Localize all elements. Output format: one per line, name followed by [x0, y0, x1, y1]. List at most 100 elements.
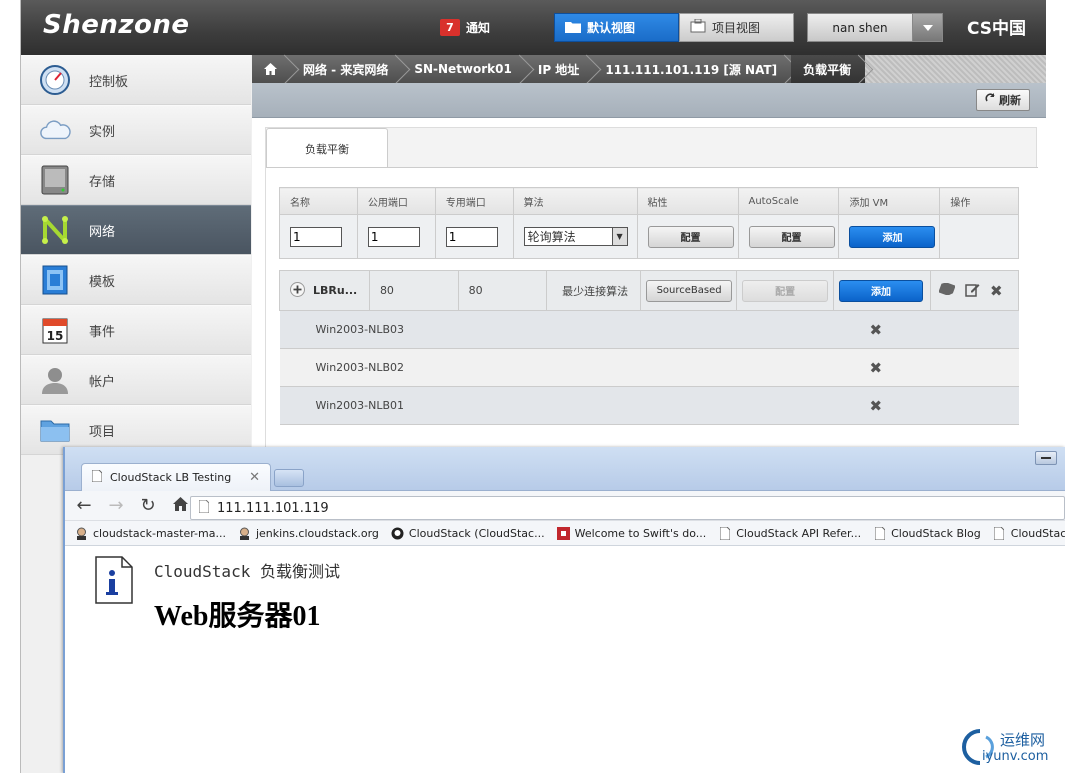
sidebar-item-label: 模板 — [89, 274, 116, 290]
dashboard-icon — [39, 64, 71, 96]
bookmark-item[interactable]: CloudStack API Refer... — [718, 526, 862, 540]
sidebar-item-events[interactable]: 15 事件 — [21, 305, 251, 355]
back-icon[interactable]: ← — [75, 495, 93, 516]
notification-count-badge: 7 — [440, 18, 460, 36]
refresh-label: 刷新 — [999, 94, 1021, 107]
template-icon — [39, 264, 71, 296]
tag-icon[interactable] — [938, 282, 956, 298]
column-header: 公用端口 — [356, 187, 436, 215]
notifications-button[interactable]: 7 通知 — [440, 17, 490, 37]
public-port-input[interactable] — [367, 226, 420, 247]
calendar-day: 15 — [47, 329, 64, 343]
bookmark-label: CloudStack API Refer... — [736, 526, 862, 540]
notification-label: 通知 — [466, 20, 491, 35]
tab-load-balancing[interactable]: 负载平衡 — [266, 128, 388, 168]
browser-window: CloudStack LB Testing ✕ ← → ↻ 111.111.10… — [63, 447, 1065, 773]
chevron-down-icon[interactable] — [912, 14, 942, 41]
lb-form-table: 名称 公用端口 专用端口 算法 粘性 AutoScale 添加 VM 操作 轮询… — [279, 187, 1019, 259]
expand-icon[interactable] — [290, 281, 305, 300]
private-port-input[interactable] — [445, 226, 498, 247]
breadcrumb: 网络 - 来宾网络 SN-Network01 IP 地址 111.111.101… — [252, 55, 1046, 83]
browser-tab[interactable]: CloudStack LB Testing ✕ — [81, 463, 271, 491]
bookmark-item[interactable]: jenkins.cloudstack.org — [238, 527, 379, 540]
sidebar-item-label: 控制板 — [89, 74, 129, 90]
stickiness-button[interactable]: SourceBased — [646, 279, 733, 302]
add-vm-button[interactable]: 添加 — [839, 279, 924, 302]
actions-cell — [939, 214, 1019, 259]
bookmark-item[interactable]: Welcome to Swift's do... — [556, 526, 706, 540]
swift-icon — [556, 526, 570, 540]
username: nan shen — [832, 20, 888, 35]
toolbar: 刷新 — [252, 83, 1046, 118]
default-view-tab[interactable]: 默认视图 — [554, 13, 679, 42]
bookmark-item[interactable]: CloudStack Networkin... — [993, 526, 1065, 540]
column-header: 算法 — [512, 187, 638, 215]
home-icon[interactable] — [252, 55, 291, 83]
page-body: CloudStack 负载衡测试 Web服务器01 — [65, 546, 1065, 772]
remove-icon[interactable]: ✖ — [990, 282, 1003, 300]
breadcrumb-item[interactable]: SN-Network01 — [402, 55, 526, 83]
breadcrumb-item[interactable]: 111.111.101.119 [源 NAT] — [593, 55, 791, 83]
jenkins-icon — [75, 527, 88, 540]
calendar-icon: 15 — [39, 314, 71, 346]
sidebar-item-label: 网络 — [89, 224, 116, 240]
browser-tabbar: CloudStack LB Testing ✕ — [65, 447, 1065, 491]
address-bar[interactable]: 111.111.101.119 — [190, 496, 1065, 520]
sidebar-item-templates[interactable]: 模板 — [21, 255, 251, 305]
bookmark-item[interactable]: CloudStack Blog — [873, 526, 981, 540]
refresh-icon — [985, 93, 996, 107]
sidebar-item-label: 实例 — [89, 124, 116, 140]
home-icon[interactable] — [171, 495, 189, 516]
sidebar-item-network[interactable]: 网络 — [21, 205, 251, 255]
new-tab-button[interactable] — [274, 469, 304, 487]
sidebar-item-instances[interactable]: 实例 — [21, 105, 251, 155]
bookmark-item[interactable]: cloudstack-master-ma... — [75, 527, 226, 540]
rule-algorithm: 最少连接算法 — [546, 270, 642, 311]
vm-name: Win2003-NLB03 — [279, 310, 834, 349]
autoscale-configure-button: 配置 — [742, 279, 829, 302]
breadcrumb-fill — [865, 55, 1046, 83]
vm-name: Win2003-NLB02 — [279, 348, 834, 387]
bookmarks-bar: cloudstack-master-ma... jenkins.cloudsta… — [65, 521, 1065, 546]
bookmark-label: jenkins.cloudstack.org — [255, 526, 379, 540]
algorithm-selected: 轮询算法 — [527, 230, 576, 244]
breadcrumb-item[interactable]: 网络 - 来宾网络 — [291, 55, 402, 83]
algorithm-select[interactable]: 轮询算法 ▼ — [523, 227, 628, 246]
refresh-button[interactable]: 刷新 — [976, 89, 1030, 111]
column-header: 操作 — [939, 187, 1019, 215]
page-icon — [198, 499, 210, 517]
name-input[interactable] — [290, 226, 342, 247]
add-vm-button[interactable]: 添加 — [849, 225, 936, 248]
bookmark-label: CloudStack Networkin... — [1010, 526, 1065, 540]
forward-icon[interactable]: → — [107, 495, 125, 516]
sidebar: 控制板 实例 存储 网络 模板 15 事件 帐户 项目 — [21, 55, 251, 460]
reload-icon[interactable]: ↻ — [139, 495, 157, 516]
sidebar-item-label: 事件 — [89, 324, 116, 340]
sidebar-item-storage[interactable]: 存储 — [21, 155, 251, 205]
url-text: 111.111.101.119 — [217, 500, 329, 516]
folder-icon — [39, 414, 71, 446]
sidebar-item-dashboard[interactable]: 控制板 — [21, 55, 251, 105]
breadcrumb-item[interactable]: IP 地址 — [526, 55, 593, 83]
bookmark-item[interactable]: CloudStack (CloudStac... — [391, 527, 545, 540]
storage-icon — [39, 164, 71, 196]
default-view-label: 默认视图 — [587, 21, 636, 35]
remove-vm-icon[interactable]: ✖ — [870, 321, 883, 339]
logo: Shenzone — [43, 10, 190, 40]
user-menu[interactable]: nan shen — [807, 13, 943, 42]
folder-icon — [565, 20, 581, 36]
view-switcher: 默认视图 项目视图 — [554, 13, 794, 42]
remove-vm-icon[interactable]: ✖ — [870, 359, 883, 377]
autoscale-configure-button[interactable]: 配置 — [748, 225, 835, 248]
minimize-button[interactable] — [1035, 451, 1057, 465]
watermark: 运维网 iyunv.com — [960, 725, 1060, 770]
cloud-icon — [39, 114, 71, 146]
stickiness-configure-button[interactable]: 配置 — [647, 225, 734, 248]
page-icon — [873, 526, 886, 540]
sidebar-item-accounts[interactable]: 帐户 — [21, 355, 251, 405]
close-icon[interactable]: ✕ — [249, 470, 260, 485]
project-view-tab[interactable]: 项目视图 — [679, 13, 794, 42]
remove-vm-icon[interactable]: ✖ — [870, 397, 883, 415]
edit-icon[interactable] — [965, 282, 980, 300]
page-title: CloudStack 负载衡测试 — [154, 562, 340, 581]
